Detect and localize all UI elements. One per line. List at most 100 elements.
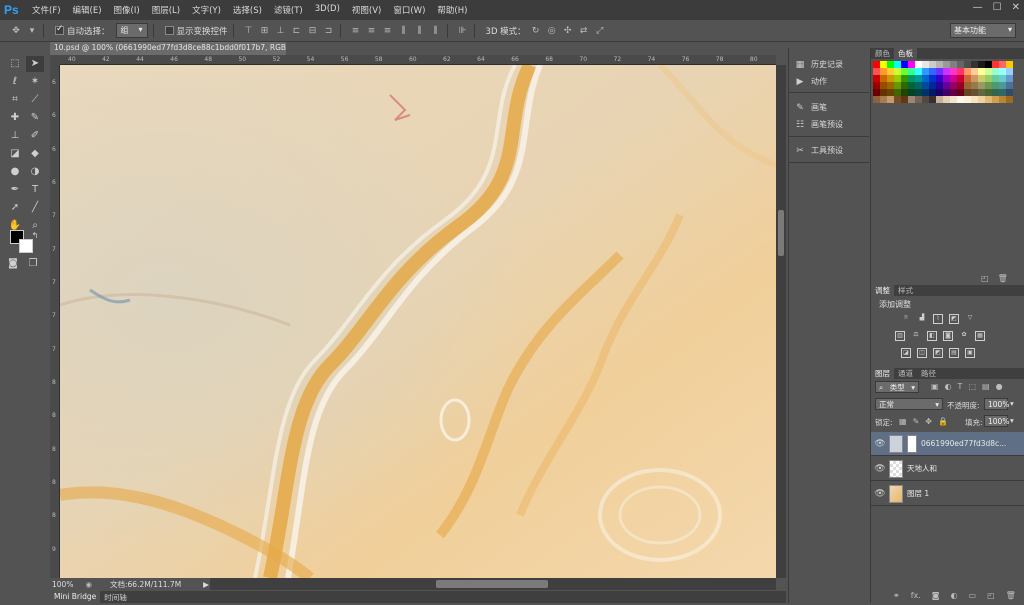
color-swatch[interactable] xyxy=(1006,68,1013,75)
menu-item[interactable]: 视图(V) xyxy=(346,4,387,16)
color-swatch[interactable] xyxy=(950,68,957,75)
tab-timeline[interactable]: 时间轴 xyxy=(100,591,131,603)
color-swatch[interactable] xyxy=(936,82,943,89)
distribute-bottom-icon[interactable]: ≡ xyxy=(382,25,394,37)
distribute-right-icon[interactable]: ⫼ xyxy=(430,25,442,37)
color-swatch[interactable] xyxy=(950,89,957,96)
status-menu-arrow-icon[interactable]: ▶ xyxy=(203,580,209,589)
crop-tool-icon[interactable]: ⌗ xyxy=(6,92,24,108)
chevron-down-icon[interactable]: ▾ xyxy=(26,25,38,37)
menu-item[interactable]: 编辑(E) xyxy=(67,4,108,16)
brush-tool-icon[interactable]: ✎ xyxy=(26,110,44,126)
info-icon[interactable]: ◉ xyxy=(85,580,92,589)
tab-layers[interactable]: 图层 xyxy=(871,368,894,379)
color-swatch[interactable] xyxy=(901,82,908,89)
lock-transparency-icon[interactable]: ▦ xyxy=(899,417,907,426)
close-button[interactable]: ✕ xyxy=(1012,2,1020,13)
color-swatch[interactable] xyxy=(999,82,1006,89)
color-lookup-icon[interactable]: ▦ xyxy=(975,331,985,341)
color-swatch[interactable] xyxy=(1006,61,1013,68)
curves-icon[interactable]: ⌇ xyxy=(933,314,943,324)
color-swatch[interactable] xyxy=(1006,89,1013,96)
color-swatch[interactable] xyxy=(915,82,922,89)
marquee-tool-icon[interactable]: ⬚ xyxy=(6,56,24,72)
distribute-left-icon[interactable]: ⫼ xyxy=(398,25,410,37)
invert-icon[interactable]: ◪ xyxy=(901,348,911,358)
add-mask-icon[interactable]: ◙ xyxy=(932,591,940,600)
color-swatch[interactable] xyxy=(971,75,978,82)
color-swatch[interactable] xyxy=(943,82,950,89)
trash-icon[interactable]: 🗑 xyxy=(998,274,1008,283)
color-swatch[interactable] xyxy=(971,68,978,75)
color-swatch[interactable] xyxy=(1006,96,1013,103)
move-tool-icon[interactable]: ✥ xyxy=(10,25,22,37)
color-swatch[interactable] xyxy=(978,96,985,103)
color-swatch[interactable] xyxy=(943,75,950,82)
vertical-scroll-thumb[interactable] xyxy=(778,210,784,256)
color-swatch[interactable] xyxy=(999,89,1006,96)
color-swatch[interactable] xyxy=(929,89,936,96)
vertical-scrollbar[interactable] xyxy=(776,65,786,578)
color-swatch[interactable] xyxy=(999,61,1006,68)
healing-brush-tool-icon[interactable]: ✚ xyxy=(6,110,24,126)
color-swatch[interactable] xyxy=(992,61,999,68)
color-swatch[interactable] xyxy=(887,75,894,82)
align-vcenter-icon[interactable]: ⊞ xyxy=(259,25,271,37)
exposure-icon[interactable]: ◩ xyxy=(949,314,959,324)
new-adjustment-icon[interactable]: ◐ xyxy=(951,591,958,600)
color-swatch[interactable] xyxy=(894,61,901,68)
tab-channels[interactable]: 通道 xyxy=(894,368,917,379)
lasso-tool-icon[interactable]: ℓ xyxy=(6,74,24,90)
color-swatch[interactable] xyxy=(887,89,894,96)
color-swatch[interactable] xyxy=(887,68,894,75)
color-swatch[interactable] xyxy=(999,75,1006,82)
color-swatch[interactable] xyxy=(936,68,943,75)
ruler-top[interactable]: 40 42 44 46 48 50 52 54 56 58 60 62 64 66 68 70 72 74 76 78… xyxy=(60,55,776,65)
color-swatch[interactable] xyxy=(922,82,929,89)
layer-row[interactable]: 👁 天地人和 xyxy=(871,457,1024,481)
color-swatch[interactable] xyxy=(915,68,922,75)
color-swatch[interactable] xyxy=(985,89,992,96)
swap-colors-icon[interactable]: ↰ xyxy=(26,228,44,244)
color-swatch[interactable] xyxy=(915,75,922,82)
color-swatch[interactable] xyxy=(978,89,985,96)
menu-item[interactable]: 窗口(W) xyxy=(387,4,431,16)
color-swatch[interactable] xyxy=(992,89,999,96)
tool-presets-panel-button[interactable]: ✂ 工具预设 xyxy=(795,145,843,156)
color-swatch[interactable] xyxy=(880,96,887,103)
color-swatch[interactable] xyxy=(999,68,1006,75)
color-swatch[interactable] xyxy=(894,75,901,82)
color-swatch[interactable] xyxy=(908,68,915,75)
color-swatch[interactable] xyxy=(901,96,908,103)
color-swatch[interactable] xyxy=(957,68,964,75)
color-swatch[interactable] xyxy=(880,61,887,68)
clone-stamp-tool-icon[interactable]: ⊥ xyxy=(6,128,24,144)
color-swatch[interactable] xyxy=(957,96,964,103)
color-swatch[interactable] xyxy=(873,68,880,75)
color-swatch[interactable] xyxy=(943,96,950,103)
color-swatch[interactable] xyxy=(950,75,957,82)
color-swatch[interactable] xyxy=(929,75,936,82)
color-swatch[interactable] xyxy=(964,61,971,68)
menu-item[interactable]: 选择(S) xyxy=(227,4,268,16)
color-swatch[interactable] xyxy=(936,75,943,82)
color-swatch[interactable] xyxy=(971,89,978,96)
menu-item[interactable]: 滤镜(T) xyxy=(268,4,309,16)
color-swatch[interactable] xyxy=(908,61,915,68)
new-group-icon[interactable]: ▭ xyxy=(969,591,977,600)
eyedropper-tool-icon[interactable]: ⟋ xyxy=(26,92,44,108)
color-swatch[interactable] xyxy=(873,75,880,82)
color-swatch[interactable] xyxy=(964,96,971,103)
color-swatch[interactable] xyxy=(964,89,971,96)
tab-adjustments[interactable]: 调整 xyxy=(871,285,894,296)
opacity-chevron-icon[interactable]: ▾ xyxy=(1010,399,1014,408)
shape-filter-icon[interactable]: ⬚ xyxy=(968,382,976,391)
smart-object-filter-icon[interactable]: ▤ xyxy=(982,382,990,391)
fx-icon[interactable]: fx. xyxy=(911,591,921,600)
blend-mode-dropdown[interactable]: 正常 ▾ xyxy=(875,398,943,410)
color-swatch[interactable] xyxy=(929,82,936,89)
color-swatch[interactable] xyxy=(992,68,999,75)
auto-select-checkbox[interactable] xyxy=(55,24,64,35)
color-swatch[interactable] xyxy=(971,96,978,103)
align-bottom-icon[interactable]: ⊥ xyxy=(275,25,287,37)
